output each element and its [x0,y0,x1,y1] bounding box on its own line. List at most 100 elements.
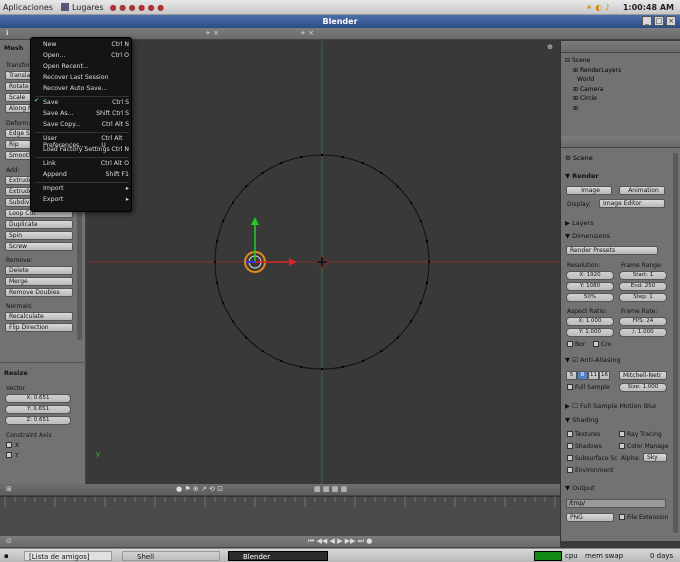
aa-filter-dropdown[interactable]: Mitchell-Netr [619,371,667,380]
screw-button[interactable]: Screw [5,242,73,251]
scene-add-icon[interactable]: + × [205,29,219,37]
remove-doubles-button[interactable]: Remove Doubles [5,288,73,297]
recalculate-button[interactable]: Recalculate [5,312,73,321]
mesh-tools-header[interactable]: Mesh [4,44,23,52]
render-animation-button[interactable]: Animation [619,186,665,195]
textures-checkbox[interactable] [567,431,573,437]
motion-blur-section[interactable]: ▶ ☐ Full Sample Motion Blur [565,402,657,410]
aa-11-button[interactable]: 11 [588,371,599,380]
aspect-x-field[interactable]: X: 1.000 [566,317,614,326]
divider [0,362,86,363]
spin-button[interactable]: Spin [5,231,73,240]
viewport-corner-icon[interactable]: ⊕ [547,43,553,51]
file-extension-checkbox[interactable] [619,514,625,520]
crop-checkbox[interactable] [593,341,599,347]
render-presets-dropdown[interactable]: Render Presets [566,246,658,255]
display-dropdown[interactable]: Image Editor [599,199,665,208]
menu-item-factory-settings[interactable]: Load Factory Settings Ctrl N [43,146,129,153]
timeline-icon[interactable]: ⊙ [6,537,12,545]
tool-shelf-scrollbar[interactable] [77,190,82,340]
properties-scrollbar[interactable] [673,153,678,533]
task-shell[interactable]: Shell [122,551,220,561]
menu-item-save-copy[interactable]: Save Copy... Ctrl Alt S [43,121,129,128]
task-blender[interactable]: Blender [228,551,328,561]
ray-tracing-checkbox[interactable] [619,431,625,437]
places-menu[interactable]: Lugares [72,3,104,12]
menu-item-recover-auto[interactable]: Recover Auto Save... [43,85,129,92]
menu-item-new[interactable]: New Ctrl N [43,41,129,48]
menu-item-open-recent[interactable]: Open Recent... [43,63,129,70]
shading-mode-icons[interactable]: ● ⚑ ⊕ ↗ ⟲ ⊡ [176,485,223,493]
output-section[interactable]: ▼ Output [565,484,595,492]
merge-button[interactable]: Merge [5,277,73,286]
anti-aliasing-section[interactable]: ▼ ☑ Anti-Aliasing [565,356,621,364]
aa-8-button[interactable]: 8 [577,371,588,380]
menu-item-export[interactable]: Export ▸ [43,196,129,203]
duplicate-button[interactable]: Duplicate [5,220,73,229]
menu-item-open[interactable]: Open... Ctrl O [43,52,129,59]
full-sample-checkbox[interactable] [567,384,573,390]
playback-controls[interactable]: ⏮ ◀◀ ◀ ▶ ▶▶ ⏭ ● [308,537,372,546]
fps-base-field[interactable]: /: 1.000 [619,328,667,337]
menu-item-append[interactable]: Append Shift F1 [43,171,129,178]
aa-16-button[interactable]: 16 [599,371,610,380]
resolution-x-field[interactable]: X: 1920 [566,271,614,280]
aa-5-button[interactable]: 5 [566,371,577,380]
task-buddy-list[interactable]: [Lista de amigos] [24,551,112,561]
shadows-checkbox[interactable] [567,443,573,449]
outliner-item-scene[interactable]: ⊟ Scene [565,56,621,66]
delete-button[interactable]: Delete [5,266,73,275]
frame-step-field[interactable]: Step: 1 [619,293,667,302]
viewport-canvas[interactable]: y [86,41,559,484]
outliner-item-lamp[interactable]: ⊞ [565,104,621,114]
dimensions-section[interactable]: ▼ Dimensions [565,232,610,240]
shading-section[interactable]: ▼ Shading [565,416,598,424]
constraint-x-checkbox[interactable] [6,442,12,448]
close-button[interactable]: × [666,16,676,26]
show-desktop-icon[interactable]: ▪ [4,551,9,561]
menu-item-link[interactable]: Link Ctrl Alt O [43,160,129,167]
color-manage-checkbox[interactable] [619,443,625,449]
render-image-button[interactable]: Image [566,186,612,195]
resize-x-field[interactable]: X: 0.651 [5,394,71,403]
resize-z-field[interactable]: Z: 0.651 [5,416,71,425]
resize-header[interactable]: Resize [4,369,28,377]
clock[interactable]: 1:00:48 AM [623,3,674,12]
menu-item-save[interactable]: Save Ctrl S [43,99,129,106]
environment-checkbox[interactable] [567,467,573,473]
frame-end-field[interactable]: End: 250 [619,282,667,291]
flip-direction-button[interactable]: Flip Direction [5,323,73,332]
maximize-button[interactable]: □ [654,16,664,26]
3d-viewport[interactable]: y ⊕ [86,41,559,484]
outliner-item-world[interactable]: World [565,75,621,85]
aspect-y-field[interactable]: Y: 1.000 [566,328,614,337]
timeline[interactable] [0,496,560,537]
menu-item-save-as[interactable]: Save As... Shift Ctrl S [43,110,129,117]
resize-y-field[interactable]: Y: 0.651 [5,405,71,414]
layer-buttons[interactable]: ▦ ▦ ▦ ▦ [314,485,347,493]
subsurface-checkbox[interactable] [567,455,573,461]
frame-start-field[interactable]: Start: 1 [619,271,667,280]
info-icon[interactable]: ℹ [6,29,9,37]
render-section[interactable]: ▼ Render [565,172,599,180]
apps-menu[interactable]: Aplicaciones [3,3,53,12]
outliner-item-circle[interactable]: ⊞ Circle [565,94,621,104]
outliner-item-renderlayers[interactable]: ⊞ RenderLayers [565,66,621,76]
alpha-dropdown[interactable]: Sky [643,453,667,462]
output-path-field[interactable]: /tmp/ [566,499,666,508]
layout-add-icon[interactable]: + × [300,29,314,37]
minimize-button[interactable]: _ [642,16,652,26]
outliner-item-camera[interactable]: ⊞ Camera [565,85,621,95]
launcher-icons[interactable]: ● ● ● ● ● ● [110,3,165,12]
fps-field[interactable]: FPS: 24 [619,317,667,326]
layers-section[interactable]: ▶ Layers [565,219,594,227]
menu-item-recover-last[interactable]: Recover Last Session [43,74,129,81]
format-dropdown[interactable]: PNG [566,513,614,522]
constraint-y-checkbox[interactable] [6,452,12,458]
resolution-y-field[interactable]: Y: 1080 [566,282,614,291]
editor-type-icon[interactable]: ⊞ [6,485,12,493]
border-checkbox[interactable] [567,341,573,347]
menu-item-import[interactable]: Import ▸ [43,185,129,192]
resolution-percent-field[interactable]: 50% [566,293,614,302]
aa-size-field[interactable]: Size: 1.000 [619,383,667,392]
